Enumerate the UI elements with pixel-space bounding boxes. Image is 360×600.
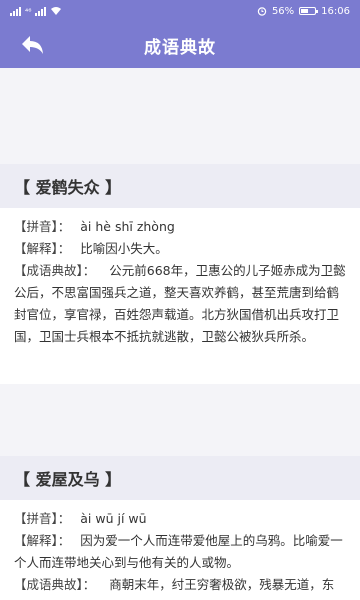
idiom-body: 【拼音】： ài hè shī zhòng 【解释】： 比喻因小失大。 【成语典… [0,208,360,358]
meaning-row: 【解释】： 比喻因小失大。 [14,238,346,260]
status-right: 56% 16:06 [257,6,350,17]
story-row: 【成语典故】： 公元前668年，卫惠公的儿子姬赤成为卫懿公后，不思富国强兵之道，… [14,260,346,348]
idiom-title: 【 爱屋及乌 】 [0,456,360,500]
story-row: 【成语典故】： 商朝末年，纣王穷奢极欲，残暴无道，东方诸侯国的首领姬昌决心推翻商… [14,574,346,600]
meaning-row: 【解释】： 因为爱一个人而连带爱他屋上的乌鸦。比喻爱一个人而连带地关心到与他有关… [14,530,346,574]
pinyin-row: 【拼音】： ài hè shī zhòng [14,216,346,238]
back-button[interactable] [18,32,48,58]
story-label: 【成语典故】： [14,577,96,592]
pinyin-value: ài hè shī zhòng [80,219,175,234]
pinyin-value: ài wū jí wū [80,511,147,526]
meaning-label: 【解释】： [14,533,71,548]
signal-icon-2 [35,6,47,16]
idiom-card: 【 爱鹤失众 】 【拼音】： ài hè shī zhòng 【解释】： 比喻因… [0,164,360,384]
pinyin-label: 【拼音】： [14,219,71,234]
status-bar: ⁴⁶ 56% 16:06 [0,0,360,22]
battery-percent: 56% [271,5,295,17]
wifi-icon [51,7,62,15]
idiom-title: 【 爱鹤失众 】 [0,164,360,208]
meaning-label: 【解释】： [14,241,71,256]
alarm-icon [257,7,267,16]
app-header: 成语典故 [0,22,360,68]
meaning-value: 比喻因小失大。 [80,241,168,256]
status-left: ⁴⁶ [10,6,257,16]
idiom-body: 【拼音】： ài wū jí wū 【解释】： 因为爱一个人而连带爱他屋上的乌鸦… [0,500,360,600]
pinyin-row: 【拼音】： ài wū jí wū [14,508,346,530]
idiom-card: 【 爱屋及乌 】 【拼音】： ài wū jí wū 【解释】： 因为爱一个人而… [0,456,360,600]
clock: 16:06 [321,5,350,17]
back-arrow-icon [22,36,43,54]
battery-icon [299,7,319,15]
network-type: ⁴⁶ [25,6,32,16]
signal-icon [10,6,21,16]
story-label: 【成语典故】： [14,263,96,278]
pinyin-label: 【拼音】： [14,511,71,526]
page-title: 成语典故 [144,37,216,58]
